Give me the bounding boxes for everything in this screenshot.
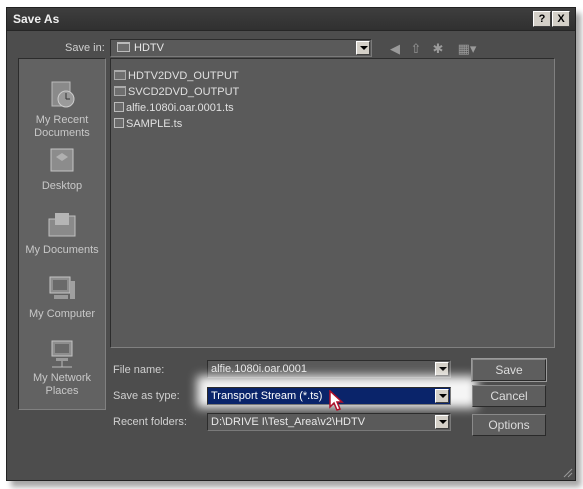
my-documents-icon bbox=[46, 209, 78, 241]
list-item[interactable]: SAMPLE.ts bbox=[114, 118, 182, 132]
file-name: SVCD2DVD_OUTPUT bbox=[128, 86, 240, 98]
place-label: My Computer bbox=[28, 308, 96, 320]
close-button[interactable]: X bbox=[552, 11, 570, 27]
my-computer-icon bbox=[46, 273, 78, 305]
place-label: My Recent Documents bbox=[34, 114, 90, 139]
recent-folders-value: D:\DRIVE I\Test_Area\v2\HDTV bbox=[211, 416, 366, 428]
chevron-down-icon[interactable] bbox=[435, 415, 449, 429]
cursor-icon bbox=[329, 390, 344, 411]
list-item[interactable]: SVCD2DVD_OUTPUT bbox=[114, 86, 239, 100]
place-label: Desktop bbox=[41, 180, 83, 192]
up-folder-icon[interactable]: ⇧ bbox=[409, 42, 423, 56]
save-in-text: HDTV bbox=[134, 42, 164, 54]
save-button[interactable]: Save bbox=[471, 358, 547, 382]
place-my-recent-documents[interactable]: My Recent Documents bbox=[19, 79, 105, 140]
folder-icon bbox=[117, 42, 130, 52]
save-in-value: HDTV bbox=[117, 42, 164, 54]
places-bar: My Recent Documents Desktop My Documents… bbox=[18, 58, 106, 410]
file-name-label: File name: bbox=[113, 364, 165, 376]
file-list[interactable]: HDTV2DVD_OUTPUT SVCD2DVD_OUTPUT alfie.10… bbox=[110, 58, 555, 348]
dialog-title: Save As bbox=[13, 12, 60, 26]
help-button[interactable]: ? bbox=[533, 11, 551, 27]
folder-icon bbox=[114, 86, 126, 96]
chevron-down-icon[interactable] bbox=[356, 41, 370, 55]
back-icon[interactable]: ◀ bbox=[388, 42, 402, 56]
file-name: SAMPLE.ts bbox=[126, 118, 183, 130]
place-desktop[interactable]: Desktop bbox=[19, 145, 105, 193]
list-item[interactable]: alfie.1080i.oar.0001.ts bbox=[114, 102, 234, 116]
options-button[interactable]: Options bbox=[472, 414, 546, 436]
recent-documents-icon bbox=[46, 79, 78, 111]
chevron-down-icon[interactable] bbox=[435, 362, 449, 376]
file-name-value: alfie.1080i.oar.0001 bbox=[211, 363, 308, 375]
save-type-value: Transport Stream (*.ts) bbox=[211, 390, 323, 402]
place-label: My Documents bbox=[25, 244, 99, 256]
file-name: HDTV2DVD_OUTPUT bbox=[128, 70, 239, 82]
desktop-icon bbox=[46, 145, 78, 177]
network-places-icon bbox=[46, 337, 78, 369]
place-my-documents[interactable]: My Documents bbox=[19, 209, 105, 257]
list-item[interactable]: HDTV2DVD_OUTPUT bbox=[114, 70, 239, 84]
resize-grip-icon[interactable] bbox=[561, 466, 573, 478]
save-type-label: Save as type: bbox=[113, 390, 180, 402]
view-menu-icon[interactable]: ▦▾ bbox=[456, 42, 478, 56]
save-as-dialog: Save As ? X Save in: HDTV ◀ ⇧ ✱ ▦▾ My Re… bbox=[6, 7, 576, 481]
recent-folders-label: Recent folders: bbox=[113, 416, 187, 428]
save-in-label: Save in: bbox=[65, 42, 105, 54]
title-bar[interactable]: Save As ? X bbox=[7, 8, 575, 31]
place-my-computer[interactable]: My Computer bbox=[19, 273, 105, 321]
place-my-network-places[interactable]: My Network Places bbox=[19, 337, 105, 398]
file-icon bbox=[114, 102, 124, 112]
cancel-button[interactable]: Cancel bbox=[472, 385, 546, 407]
recent-folders-dropdown[interactable]: D:\DRIVE I\Test_Area\v2\HDTV bbox=[207, 413, 451, 431]
chevron-down-icon[interactable] bbox=[435, 389, 449, 403]
file-icon bbox=[114, 118, 124, 128]
new-folder-icon[interactable]: ✱ bbox=[431, 42, 445, 56]
save-in-dropdown[interactable]: HDTV bbox=[110, 39, 372, 57]
folder-icon bbox=[114, 70, 126, 80]
place-label: My Network Places bbox=[32, 372, 92, 397]
file-name: alfie.1080i.oar.0001.ts bbox=[126, 102, 234, 114]
